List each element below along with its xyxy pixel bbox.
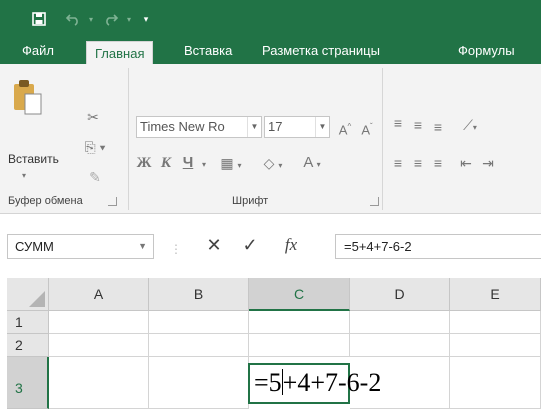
name-box[interactable]: СУММ ▼ [7,234,154,259]
font-launcher-icon[interactable] [370,197,379,206]
font-name-value: Times New Ro [140,119,225,134]
cell-b1[interactable] [149,311,249,334]
redo-dropdown-icon[interactable]: ▾ [124,8,134,30]
group-divider [128,68,129,210]
paste-dropdown-icon[interactable]: ▾ [22,167,26,185]
cell-a1[interactable] [49,311,149,334]
row-header-2[interactable]: 2 [7,334,49,357]
increase-indent-icon[interactable]: ⇥ [478,154,498,172]
cell-e3[interactable] [450,357,541,409]
undo-dropdown-icon[interactable]: ▾ [86,8,96,30]
customize-qat-icon[interactable]: ▾ [140,8,152,30]
ribbon-home: Вставить ▾ ✂ ⎘ ▾ ✎ Буфер обмена Times Ne… [0,64,541,214]
cell-b3[interactable] [149,357,249,409]
cell-a3[interactable] [49,357,149,409]
row-header-1[interactable]: 1 [7,311,49,334]
save-icon[interactable] [30,8,48,30]
tab-formulas[interactable]: Формулы [458,38,515,64]
copy-icon[interactable]: ⎘ ▾ [80,138,110,156]
font-color-icon[interactable]: A ▾ [294,154,330,174]
cell-c2[interactable] [249,334,350,357]
underline-dropdown-icon[interactable]: ▾ [198,156,210,174]
clipboard-launcher-icon[interactable] [108,197,117,206]
tab-page-layout[interactable]: Разметка страницы [262,38,380,64]
font-name-combo[interactable]: Times New Ro ▼ [136,116,262,138]
orientation-icon[interactable]: ⟋▾ [456,116,484,137]
column-header-d[interactable]: D [350,278,450,311]
decrease-font-icon[interactable]: Aˇ [358,118,376,139]
cell-c1[interactable] [249,311,350,334]
name-box-value: СУММ [15,239,54,254]
insert-function-icon[interactable]: fx [280,236,302,254]
formula-buttons: ✕ ✓ fx [182,234,337,259]
decrease-indent-icon[interactable]: ⇤ [456,154,476,172]
chevron-down-icon[interactable]: ▼ [247,117,261,137]
cell-a2[interactable] [49,334,149,357]
cell-c3-editor[interactable]: =5+4+7-6-2 [248,363,381,404]
cell-text-after-caret: +4+7-6-2 [282,368,382,397]
quick-access-toolbar: ▾ ▾ ▾ [0,0,541,38]
borders-icon[interactable]: ▦ ▾ [214,154,248,175]
formula-bar-grip-icon[interactable]: ⋮ [170,240,182,258]
formula-bar: СУММ ▼ ⋮ ✕ ✓ fx =5+4+7-6-2 [0,226,541,262]
row-header-3[interactable]: 3 [7,357,49,409]
enter-check-icon[interactable]: ✓ [240,236,260,254]
increase-font-icon[interactable]: A^ [336,118,354,139]
cut-icon[interactable]: ✂ [82,108,104,126]
format-painter-icon[interactable]: ✎ [84,168,106,186]
align-bottom-icon[interactable]: ≡ [430,118,446,136]
cell-d1[interactable] [350,311,450,334]
fill-color-icon[interactable]: ◇ ▾ [256,154,290,175]
paste-icon[interactable] [10,78,48,116]
cell-e2[interactable] [450,334,541,357]
cell-text-before-caret: =5 [254,368,282,397]
align-center-icon[interactable]: ≡ [410,154,426,172]
clipboard-group-label: Буфер обмена [8,195,83,207]
cancel-icon[interactable]: ✕ [204,236,224,254]
redo-icon[interactable] [100,8,122,30]
underline-button[interactable]: Ч [180,154,196,172]
column-header-b[interactable]: B [149,278,249,311]
formula-input[interactable]: =5+4+7-6-2 [335,234,541,259]
cell-b2[interactable] [149,334,249,357]
cell-d2[interactable] [350,334,450,357]
paste-label[interactable]: Вставить [8,152,59,166]
undo-icon[interactable] [62,8,84,30]
chevron-down-icon[interactable]: ▼ [315,117,329,137]
align-top-icon[interactable]: ≡ [390,114,406,132]
tab-insert[interactable]: Вставка [184,38,232,64]
cell-e1[interactable] [450,311,541,334]
column-header-e[interactable]: E [450,278,541,311]
select-all-corner[interactable] [7,278,49,311]
ribbon-tabs: Файл Главная Вставка Разметка страницы Ф… [0,38,541,67]
bold-button[interactable]: Ж [136,154,152,172]
column-header-a[interactable]: A [49,278,149,311]
column-header-c[interactable]: C [249,278,350,311]
font-group-label: Шрифт [232,195,269,207]
worksheet-grid: A B C D E 1 2 3 =5+4+7-6-2 [0,275,541,414]
font-size-combo[interactable]: 17 ▼ [264,116,330,138]
align-middle-icon[interactable]: ≡ [410,116,426,134]
font-size-value: 17 [268,119,283,134]
align-left-icon[interactable]: ≡ [390,154,406,172]
group-divider [382,68,383,210]
chevron-down-icon[interactable]: ▼ [138,235,147,258]
align-right-icon[interactable]: ≡ [430,154,446,172]
tab-file[interactable]: Файл [22,38,54,64]
italic-button[interactable]: К [158,154,174,172]
